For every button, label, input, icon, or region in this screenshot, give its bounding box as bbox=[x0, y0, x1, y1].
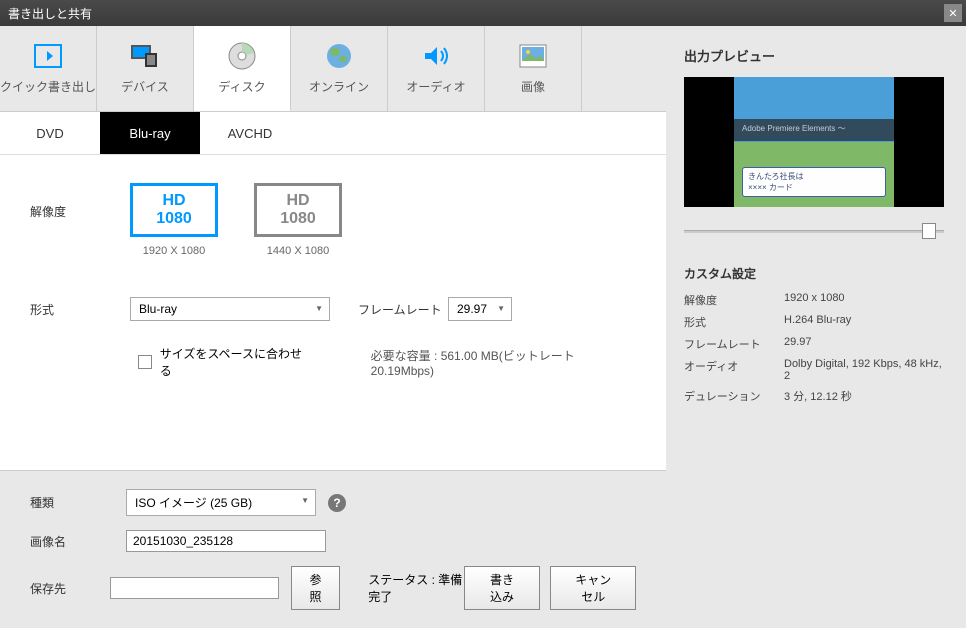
required-label: 必要な容量 : bbox=[371, 349, 438, 363]
tab-device[interactable]: デバイス bbox=[97, 26, 194, 111]
framerate-select[interactable]: 29.97 bbox=[448, 297, 512, 321]
type-label: 種類 bbox=[30, 494, 114, 511]
status-label: ステータス : bbox=[368, 573, 435, 587]
tab-image[interactable]: 画像 bbox=[485, 26, 582, 111]
tab-audio[interactable]: オーディオ bbox=[388, 26, 485, 111]
help-icon[interactable]: ? bbox=[328, 494, 346, 512]
window-title: 書き出しと共有 bbox=[8, 5, 92, 22]
resolution-option-1440x1080[interactable]: HD 1080 bbox=[254, 183, 342, 237]
preview-slider[interactable] bbox=[684, 221, 944, 241]
fit-space-checkbox[interactable] bbox=[138, 355, 152, 369]
disk-icon bbox=[226, 42, 258, 70]
format-select[interactable]: Blu-ray bbox=[130, 297, 330, 321]
tab-online[interactable]: オンライン bbox=[291, 26, 388, 111]
slider-thumb[interactable] bbox=[922, 223, 936, 239]
preview-video: Adobe Premiere Elements ～ きんたろ社長は ×××× カ… bbox=[684, 77, 944, 207]
subtab-bluray[interactable]: Blu-ray bbox=[100, 112, 200, 154]
subtab-avchd[interactable]: AVCHD bbox=[200, 112, 300, 154]
speaker-icon bbox=[420, 42, 452, 70]
subtab-dvd[interactable]: DVD bbox=[0, 112, 100, 154]
type-select[interactable]: ISO イメージ (25 GB) bbox=[126, 489, 316, 516]
close-button[interactable]: ✕ bbox=[944, 4, 962, 22]
format-label: 形式 bbox=[30, 301, 130, 318]
fit-space-label: サイズをスペースに合わせる bbox=[160, 345, 311, 379]
device-icon bbox=[129, 42, 161, 70]
tab-disk[interactable]: ディスク bbox=[194, 26, 291, 111]
custom-settings-title: カスタム設定 bbox=[684, 265, 948, 282]
tab-quick-export[interactable]: クイック書き出し bbox=[0, 26, 97, 111]
browse-button[interactable]: 参照 bbox=[291, 566, 340, 610]
resolution-option-1920x1080[interactable]: HD 1080 bbox=[130, 183, 218, 237]
framerate-label: フレームレート bbox=[358, 301, 448, 318]
resolution-label: 解像度 bbox=[30, 183, 130, 220]
save-to-input[interactable] bbox=[110, 577, 279, 599]
image-icon bbox=[517, 42, 549, 70]
main-tabs: クイック書き出し デバイス ディスク オンライン オーディオ 画像 bbox=[0, 26, 666, 112]
sub-tabs: DVD Blu-ray AVCHD bbox=[0, 112, 666, 155]
quick-export-icon bbox=[32, 42, 64, 70]
write-button[interactable]: 書き込み bbox=[464, 566, 541, 610]
image-name-input[interactable] bbox=[126, 530, 326, 552]
preview-title: 出力プレビュー bbox=[684, 46, 948, 65]
globe-icon bbox=[323, 42, 355, 70]
image-name-label: 画像名 bbox=[30, 533, 114, 550]
cancel-button[interactable]: キャンセル bbox=[550, 566, 636, 610]
save-to-label: 保存先 bbox=[30, 580, 98, 597]
